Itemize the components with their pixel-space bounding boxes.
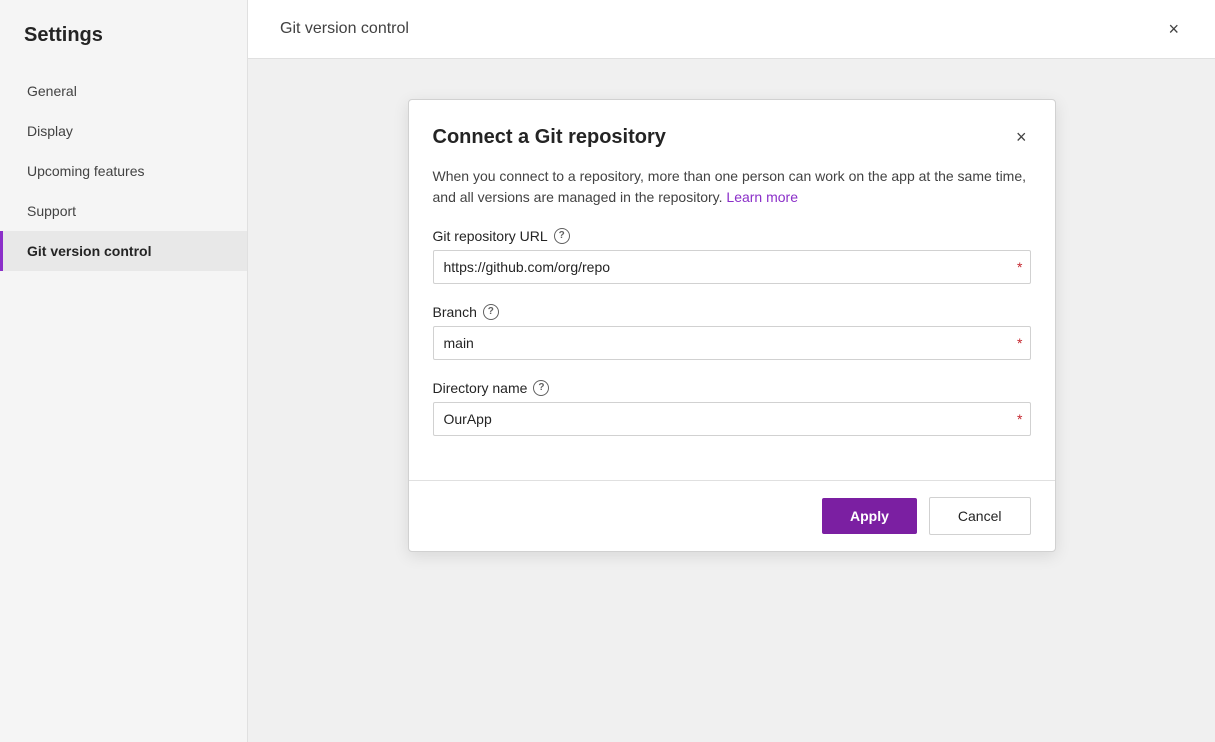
git-url-help-icon[interactable]: ? bbox=[554, 228, 570, 244]
branch-input-wrapper: * bbox=[433, 326, 1031, 360]
dialog-body: When you connect to a repository, more t… bbox=[409, 166, 1055, 480]
learn-more-link[interactable]: Learn more bbox=[726, 189, 798, 205]
git-repository-dialog: Connect a Git repository × When you conn… bbox=[408, 99, 1056, 552]
directory-name-required-star: * bbox=[1017, 411, 1022, 427]
dialog-header: Connect a Git repository × bbox=[409, 100, 1055, 166]
directory-name-input-wrapper: * bbox=[433, 402, 1031, 436]
branch-help-icon[interactable]: ? bbox=[483, 304, 499, 320]
sidebar-item-support[interactable]: Support bbox=[0, 191, 247, 231]
sidebar: Settings General Display Upcoming featur… bbox=[0, 0, 248, 742]
git-url-group: Git repository URL ? * bbox=[433, 228, 1031, 284]
sidebar-title: Settings bbox=[0, 24, 247, 71]
git-url-required-star: * bbox=[1017, 259, 1022, 275]
git-url-input[interactable] bbox=[433, 250, 1031, 284]
git-url-label: Git repository URL ? bbox=[433, 228, 1031, 244]
dialog-description: When you connect to a repository, more t… bbox=[433, 166, 1031, 208]
cancel-button[interactable]: Cancel bbox=[929, 497, 1031, 535]
dialog-close-button[interactable]: × bbox=[1012, 124, 1031, 150]
sidebar-item-git-version-control[interactable]: Git version control bbox=[0, 231, 247, 271]
dialog-title: Connect a Git repository bbox=[433, 126, 666, 149]
topbar: Git version control × bbox=[248, 0, 1215, 59]
git-url-input-wrapper: * bbox=[433, 250, 1031, 284]
main-content: Git version control × Connect a Git repo… bbox=[248, 0, 1215, 742]
apply-button[interactable]: Apply bbox=[822, 498, 917, 534]
branch-input[interactable] bbox=[433, 326, 1031, 360]
branch-group: Branch ? * bbox=[433, 304, 1031, 360]
topbar-close-button[interactable]: × bbox=[1164, 16, 1183, 42]
directory-name-group: Directory name ? * bbox=[433, 380, 1031, 436]
directory-name-help-icon[interactable]: ? bbox=[533, 380, 549, 396]
dialog-area: Connect a Git repository × When you conn… bbox=[248, 59, 1215, 742]
sidebar-item-upcoming-features[interactable]: Upcoming features bbox=[0, 151, 247, 191]
branch-required-star: * bbox=[1017, 335, 1022, 351]
sidebar-item-display[interactable]: Display bbox=[0, 111, 247, 151]
dialog-footer: Apply Cancel bbox=[409, 481, 1055, 551]
branch-label: Branch ? bbox=[433, 304, 1031, 320]
directory-name-input[interactable] bbox=[433, 402, 1031, 436]
directory-name-label: Directory name ? bbox=[433, 380, 1031, 396]
topbar-title: Git version control bbox=[280, 20, 409, 38]
sidebar-item-general[interactable]: General bbox=[0, 71, 247, 111]
